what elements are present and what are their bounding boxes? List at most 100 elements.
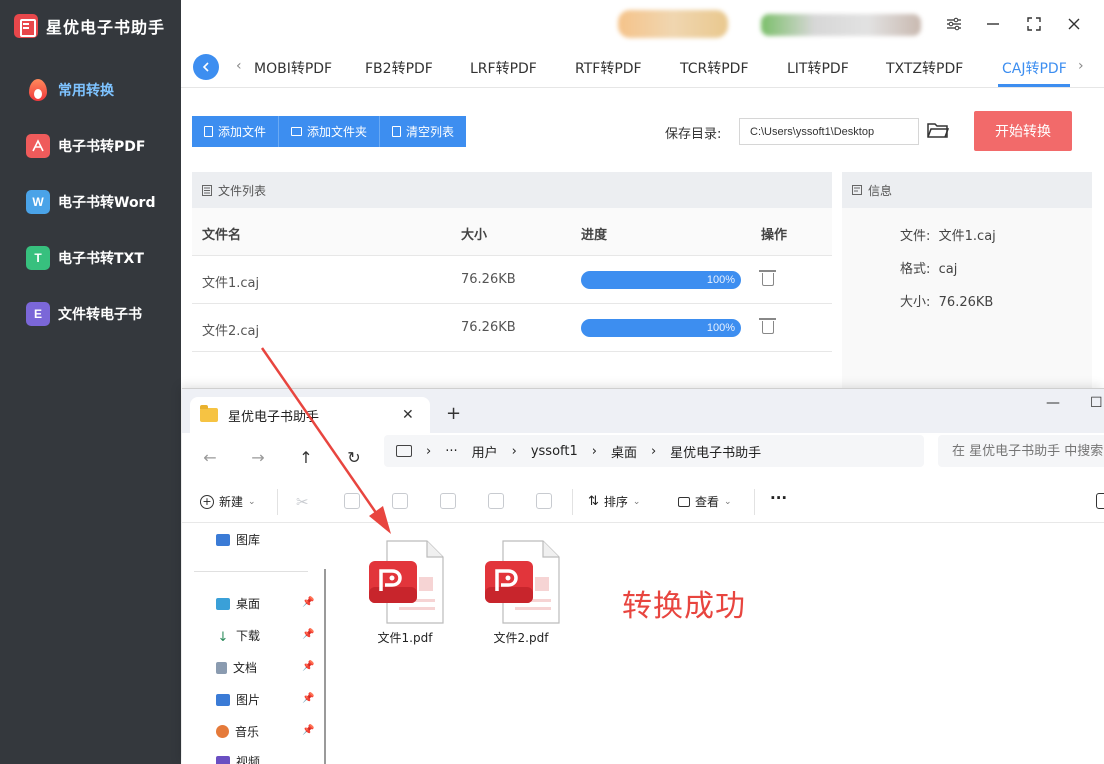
sidebar-item-ebook-to-word[interactable]: W 电子书转Word [0,174,181,230]
start-convert-button[interactable]: 开始转换 [974,111,1072,151]
new-tab-icon[interactable]: + [446,403,461,424]
sidebar-nav: 常用转换 电子书转PDF W 电子书转Word T 电子书转TXT E 文件转电… [0,62,181,342]
table-row[interactable]: 文件1.caj 76.26KB 100% [192,256,832,304]
table-row[interactable]: 文件2.caj 76.26KB 100% [192,304,832,352]
sidebar-scrollbar[interactable] [324,569,326,764]
share-icon[interactable] [488,493,504,509]
file-table: 文件名 大小 进度 操作 文件1.caj 76.26KB 100% 文件2.ca… [192,208,832,352]
forward-arrow-icon[interactable]: → [246,445,270,469]
add-file-button[interactable]: 添加文件 [192,116,280,147]
sidebar-item-ebook-to-txt[interactable]: T 电子书转TXT [0,230,181,286]
app-title: 星优电子书助手 [46,18,166,37]
file-item[interactable] [476,537,566,631]
pin-icon[interactable]: 📌 [302,597,314,608]
action-toolbar: 添加文件 添加文件夹 清空列表 [192,116,467,147]
back-button[interactable] [193,54,219,80]
column-header-size: 大小 [461,228,488,243]
tab-txtz-to-pdf[interactable]: TXTZ转PDF [886,58,963,78]
minimize-icon[interactable]: — [1046,395,1060,411]
view-label: 查看 [695,495,720,509]
breadcrumb-user[interactable]: yssoft1 [531,444,578,459]
info-panel: 文件: 文件1.caj 格式: caj 大小: 76.26KB [842,208,1092,388]
sidebar-item-ebook-to-pdf[interactable]: 电子书转PDF [0,118,181,174]
tab-fb2-to-pdf[interactable]: FB2转PDF [365,58,433,78]
sidebar-item-downloads[interactable]: ↓ 下载 [216,627,260,645]
breadcrumb-current-folder[interactable]: 星优电子书助手 [670,442,761,461]
browse-folder-icon[interactable] [927,120,950,142]
sidebar-item-label: 图片 [236,693,261,707]
view-button[interactable]: 查看 ⌄ [678,493,732,510]
sidebar-item-label: 音乐 [235,725,260,739]
explorer-search-input[interactable] [938,435,1104,467]
file-list-header: 文件列表 [192,172,832,208]
pin-icon[interactable]: 📌 [302,661,314,672]
tab-mobi-to-pdf[interactable]: MOBI转PDF [254,58,332,78]
info-format-value: caj [938,262,958,277]
back-arrow-icon[interactable]: ← [198,445,222,469]
sidebar-item-file-to-ebook[interactable]: E 文件转电子书 [0,286,181,342]
cut-icon[interactable]: ✂ [296,493,312,511]
more-options-icon[interactable]: ··· [770,489,787,507]
details-pane-icon[interactable] [1096,493,1104,509]
maximize-icon[interactable] [1024,14,1044,34]
breadcrumb-users[interactable]: 用户 [472,442,498,461]
tab-lit-to-pdf[interactable]: LIT转PDF [787,58,849,78]
pin-icon[interactable]: 📌 [302,693,314,704]
tab-rtf-to-pdf[interactable]: RTF转PDF [575,58,642,78]
refresh-icon[interactable]: ↻ [342,445,366,469]
sidebar-item-gallery[interactable]: 图库 [216,531,260,548]
sort-button[interactable]: ⇅ 排序 ⌄ [588,493,640,510]
fire-icon [26,78,50,102]
add-folder-button[interactable]: 添加文件夹 [279,116,381,147]
file-item[interactable] [360,537,450,631]
save-directory-input[interactable] [739,118,919,145]
new-button[interactable]: + 新建 ⌄ [200,493,256,510]
column-header-progress: 进度 [581,228,608,243]
tabs-scroll-left-icon[interactable]: ‹ [236,58,242,74]
tab-tcr-to-pdf[interactable]: TCR转PDF [680,58,749,78]
clear-list-button[interactable]: 清空列表 [380,116,467,147]
sidebar-item-desktop[interactable]: 桌面 [216,595,260,612]
pdf-icon [26,134,50,158]
add-file-label: 添加文件 [218,125,267,139]
sidebar-item-pictures[interactable]: 图片 [216,691,260,708]
sidebar: 星优电子书助手 常用转换 电子书转PDF W 电子书转Word T 电子书转TX… [0,0,181,764]
sidebar-item-videos[interactable]: 视频 [216,753,260,764]
delete-icon[interactable] [536,493,552,509]
success-annotation: 转换成功 [622,589,746,624]
tab-caj-to-pdf[interactable]: CAJ转PDF [1002,58,1067,78]
address-bar[interactable]: › ··· 用户 › yssoft1 › 桌面 › 星优电子书助手 [384,435,924,467]
explorer-tab-title: 星优电子书助手 [228,409,320,425]
clear-list-label: 清空列表 [406,125,455,139]
table-header-row: 文件名 大小 进度 操作 [192,208,832,256]
sidebar-item-common[interactable]: 常用转换 [0,62,181,118]
ellipsis-icon[interactable]: ··· [445,444,457,459]
rename-icon[interactable] [440,493,456,509]
file-list-title: 文件列表 [218,183,267,198]
pin-icon[interactable]: 📌 [302,725,314,736]
tab-lrf-to-pdf[interactable]: LRF转PDF [470,58,537,78]
up-arrow-icon[interactable]: ↑ [294,445,318,469]
copy-icon[interactable] [344,493,360,509]
sidebar-item-music[interactable]: 音乐 [216,723,259,740]
chevron-right-icon: › [511,443,517,459]
sidebar-item-documents[interactable]: 文档 [216,659,257,676]
settings-sliders-icon[interactable] [944,14,964,34]
close-icon[interactable] [1064,14,1084,34]
save-directory-label: 保存目录: [665,127,722,142]
desktop-icon [216,597,230,610]
explorer-tab[interactable]: 星优电子书助手 [190,397,430,433]
info-size-label: 大小: [900,295,931,310]
pin-icon[interactable]: 📌 [302,629,314,640]
paste-icon[interactable] [392,493,408,509]
tabs-scroll-right-icon[interactable]: › [1078,58,1084,74]
chevron-right-icon: › [591,443,597,459]
close-tab-icon[interactable]: ✕ [402,407,414,423]
folder-icon [200,405,218,422]
breadcrumb-desktop[interactable]: 桌面 [611,442,637,461]
delete-trash-icon[interactable] [759,318,776,334]
maximize-icon[interactable]: ☐ [1090,395,1103,411]
file-size: 76.26KB [461,272,516,287]
minimize-icon[interactable] [983,14,1003,34]
delete-trash-icon[interactable] [759,270,776,286]
